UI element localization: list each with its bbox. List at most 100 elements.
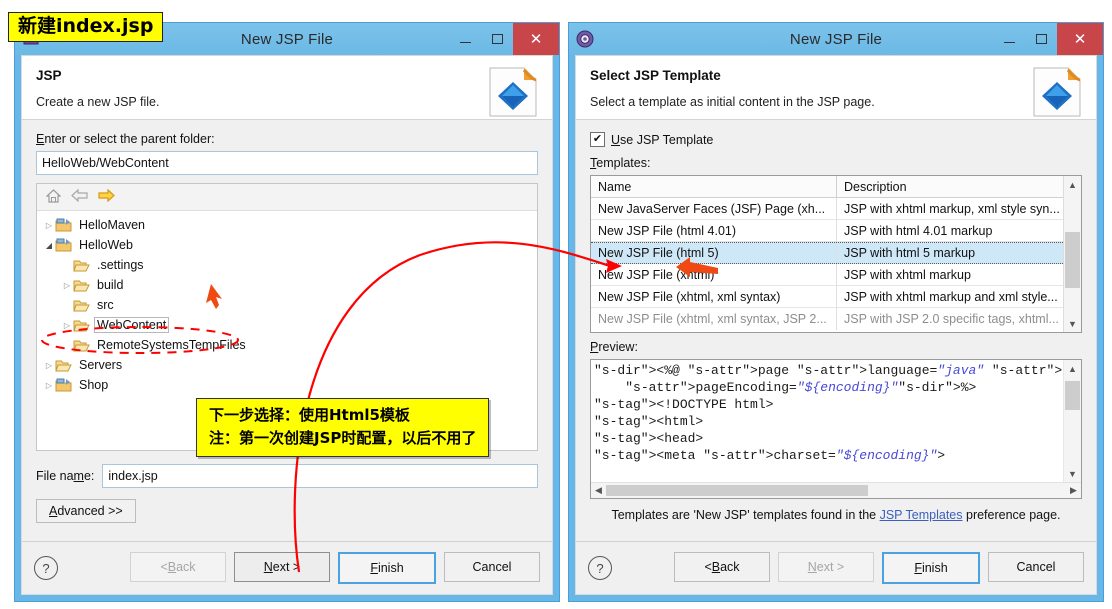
template-description-cell: JSP with JSP 2.0 specific tags, xhtml...	[844, 312, 1059, 326]
close-icon[interactable]: ✕	[1057, 23, 1103, 55]
tree-item-settings[interactable]: .settings	[43, 255, 537, 275]
template-description-cell: JSP with xhtml markup, xml style syn...	[844, 201, 1060, 216]
titlebar-right[interactable]: New JSP File ✕	[569, 23, 1103, 55]
templates-vertical-scrollbar[interactable]: ▲ ▼	[1063, 176, 1081, 332]
jsp-templates-link[interactable]: JSP Templates	[880, 508, 963, 522]
twisty-collapsed-icon[interactable]: ▷	[43, 221, 55, 230]
table-row[interactable]: New JSP File (html 4.01) JSP with html 4.…	[591, 220, 1063, 242]
minimize-icon[interactable]	[449, 23, 481, 55]
twisty-collapsed-icon[interactable]: ▷	[61, 281, 73, 290]
scroll-left-icon[interactable]: ◀	[591, 485, 606, 496]
new-jsp-file-dialog-right[interactable]: New JSP File ✕ Select JSP Template Selec…	[568, 22, 1104, 602]
finish-button-left[interactable]: Finish	[338, 552, 436, 584]
table-row[interactable]: New JSP File (xhtml) JSP with xhtml marku…	[591, 264, 1063, 286]
tree-item-servers[interactable]: ▷ Servers	[43, 355, 537, 375]
dialog-header-right: Select JSP Template Select a template as…	[576, 56, 1096, 120]
template-name-cell: New JSP File (xhtml, xml syntax)	[591, 286, 837, 307]
back-arrow-icon[interactable]	[71, 188, 88, 205]
twisty-expanded-icon[interactable]: ◢	[43, 241, 55, 250]
templates-label: Templates:	[590, 156, 651, 170]
maximize-icon[interactable]	[481, 23, 513, 55]
use-jsp-template-row[interactable]: ✔ Use JSP Template	[590, 132, 1082, 147]
cancel-button-right[interactable]: Cancel	[988, 552, 1084, 582]
finish-button-right[interactable]: Finish	[882, 552, 980, 584]
window-controls-right[interactable]: ✕	[993, 23, 1103, 55]
parent-folder-label: EEnter or select the parent folder:nter …	[36, 132, 215, 146]
column-header-description[interactable]: Description	[837, 176, 1063, 197]
templates-table[interactable]: Name Description New JavaServer Faces (JSF…	[590, 175, 1082, 333]
template-name-cell: New JSP File (xhtml)	[591, 264, 837, 285]
cancel-button-left[interactable]: Cancel	[444, 552, 540, 582]
file-name-input[interactable]	[102, 464, 538, 488]
scroll-thumb[interactable]	[1065, 380, 1080, 411]
button-bar-right: ? < Back Next > Finish Cancel	[576, 541, 1096, 594]
maximize-icon[interactable]	[1025, 23, 1057, 55]
template-name-cell: New JSP File (html 5)	[591, 243, 837, 263]
tree-item-remotesystemstempfiles[interactable]: RemoteSystemsTempFiles	[43, 335, 537, 355]
tree-item-shop[interactable]: ▷ Shop	[43, 375, 537, 395]
scroll-up-icon[interactable]: ▲	[1064, 176, 1081, 193]
template-description-cell: JSP with html 5 markup	[844, 246, 976, 260]
preview-code-line: "s-tag"><head>	[594, 431, 704, 446]
scroll-down-icon[interactable]: ▼	[1064, 465, 1081, 482]
header-title-right: Select JSP Template	[590, 68, 721, 83]
forward-arrow-icon[interactable]	[98, 188, 115, 205]
scroll-up-icon[interactable]: ▲	[1064, 360, 1081, 377]
tree-item-src[interactable]: src	[43, 295, 537, 315]
new-jsp-file-dialog-left[interactable]: JSP New JSP File ✕ JSP Create a new JSP …	[14, 22, 560, 602]
annotation-note-line1: 下一步选择：使用Html5模板	[209, 406, 410, 424]
close-icon[interactable]: ✕	[513, 23, 559, 55]
window-controls-left[interactable]: ✕	[449, 23, 559, 55]
back-button-right[interactable]: < Back	[674, 552, 770, 582]
scroll-down-icon[interactable]: ▼	[1064, 315, 1081, 332]
header-subtitle-right: Select a template as initial content in …	[590, 95, 875, 109]
tree-item-label: Servers	[79, 358, 123, 372]
table-row[interactable]: New JavaServer Faces (JSF) Page (xh... JS…	[591, 198, 1063, 220]
tree-toolbar[interactable]	[37, 184, 537, 211]
dialog-content-left: EEnter or select the parent folder:nter …	[22, 120, 552, 541]
twisty-collapsed-icon[interactable]: ▷	[43, 361, 55, 370]
wizard-banner-icon	[488, 66, 538, 118]
table-row[interactable]: New JSP File (xhtml, xml syntax, JSP 2..…	[591, 308, 1063, 330]
scroll-right-icon[interactable]: ▶	[1066, 485, 1081, 496]
preview-vertical-scrollbar[interactable]: ▲ ▼	[1063, 360, 1081, 482]
tree-item-label: build	[97, 278, 124, 292]
scroll-track-h[interactable]	[606, 485, 1066, 496]
use-jsp-template-checkbox[interactable]: ✔	[590, 132, 605, 147]
help-icon-left[interactable]: ?	[34, 556, 58, 580]
tree-item-hellomaven[interactable]: ▷ HelloMaven	[43, 215, 537, 235]
footnote-after: preference page.	[962, 508, 1061, 522]
template-description-cell: JSP with xhtml markup	[844, 267, 971, 282]
preview-code-line: "s-attr">pageEncoding="${encoding}""s-di…	[625, 380, 977, 395]
table-row[interactable]: New JSP File (html 5) JSP with html 5 mar…	[591, 242, 1063, 264]
scroll-thumb[interactable]	[1065, 232, 1080, 289]
twisty-collapsed-icon[interactable]: ▷	[43, 381, 55, 390]
scroll-track[interactable]	[1064, 377, 1081, 465]
home-icon[interactable]	[45, 188, 62, 206]
dialog-content-right: ✔ Use JSP Template Templates: Name Descri…	[576, 120, 1096, 541]
parent-folder-input[interactable]	[36, 151, 538, 175]
next-button-left[interactable]: Next >	[234, 552, 330, 582]
wizard-buttons-right: < Back Next > Finish Cancel	[674, 552, 1084, 584]
table-row[interactable]: New JSP File (xhtml, xml syntax) JSP with…	[591, 286, 1063, 308]
folder-icon	[73, 278, 90, 292]
column-header-name[interactable]: Name	[591, 176, 837, 197]
tree-item-webcontent[interactable]: ▷ WebContent	[43, 315, 537, 335]
folder-icon	[55, 358, 72, 372]
template-description-cell: JSP with xhtml markup and xml style...	[844, 289, 1058, 304]
tree-item-label: HelloWeb	[79, 238, 133, 252]
tree-item-build[interactable]: ▷ build	[43, 275, 537, 295]
preview-horizontal-scrollbar[interactable]: ◀ ▶	[591, 482, 1081, 498]
tree-item-helloweb[interactable]: ◢ HelloWeb	[43, 235, 537, 255]
template-name-cell: New JSP File (html 4.01)	[591, 220, 837, 241]
scroll-track[interactable]	[1064, 193, 1081, 315]
scroll-thumb-h[interactable]	[606, 485, 869, 496]
templates-table-body[interactable]: Name Description New JavaServer Faces (JSF…	[591, 176, 1063, 332]
header-title-left: JSP	[36, 68, 62, 83]
minimize-icon[interactable]	[993, 23, 1025, 55]
preview-box[interactable]: "s-dir"><%@ "s-attr">page "s-attr">langu…	[590, 359, 1082, 499]
annotation-title-label: 新建index.jsp	[8, 12, 164, 42]
twisty-collapsed-icon[interactable]: ▷	[61, 321, 73, 330]
advanced-button[interactable]: Advanced >>	[36, 499, 136, 523]
help-icon-right[interactable]: ?	[588, 556, 612, 580]
